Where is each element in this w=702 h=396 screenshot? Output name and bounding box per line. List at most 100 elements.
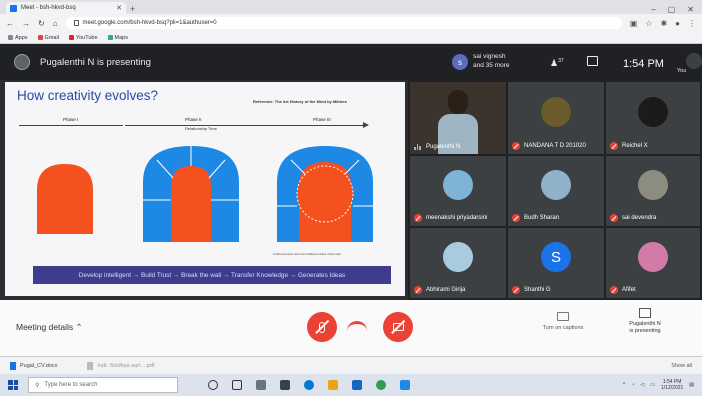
screen: Meet - bsh-hkvd-bsq ✕ + – ▢ ✕ ← → ↻ ⌂ me…: [0, 0, 702, 396]
chevron-up-icon: ⌃: [75, 322, 83, 332]
file-explorer-icon[interactable]: [328, 380, 338, 390]
taskbar-search-input[interactable]: ⚲ Type here to search: [28, 377, 178, 393]
edge-icon[interactable]: [304, 380, 314, 390]
camera-permission-icon[interactable]: ▣: [630, 19, 638, 28]
participant-tile[interactable]: Reichel X: [606, 82, 700, 154]
avatar: [638, 97, 668, 128]
url-input[interactable]: meet.google.com/bsh-hkvd-bsq?pli=1&authu…: [65, 17, 622, 29]
participant-grid: Pugalenthi N NANDANA T D 201020 Reichel …: [408, 80, 702, 300]
participant-name: Abhirami Girija: [426, 287, 466, 293]
mic-muted-icon: [414, 286, 422, 294]
bookmark-youtube[interactable]: YouTube: [69, 35, 98, 41]
tile-label: NANDANA T D 201020: [512, 142, 586, 150]
download-item[interactable]: Indr. Sindhya aart....pdf: [87, 361, 155, 370]
participant-name: Afifet: [622, 287, 636, 293]
presenting-status-button[interactable]: Pugalenthi N is presenting: [614, 308, 676, 335]
url-text: meet.google.com/bsh-hkvd-bsq?pli=1&authu…: [82, 20, 217, 26]
tile-label: Reichel X: [610, 142, 648, 150]
process-banner: Develop intelligent → Build Trust → Brea…: [33, 266, 391, 284]
slide-diagram: [37, 146, 373, 242]
cortana-icon[interactable]: [208, 380, 218, 390]
tile-label: Pugalenthi N: [414, 144, 460, 150]
browser-tab[interactable]: Meet - bsh-hkvd-bsq ✕: [6, 2, 126, 14]
meet-top-bar: Pugalenthi N is presenting s sai vignesh…: [0, 44, 702, 80]
back-icon[interactable]: ←: [6, 19, 14, 28]
extensions-icon[interactable]: ✱: [660, 19, 667, 28]
microphone-button[interactable]: [307, 312, 337, 342]
viewer-more: and 35 more: [473, 62, 510, 69]
task-view-icon[interactable]: [232, 380, 242, 390]
avatar: [443, 242, 473, 273]
speaking-icon: [414, 144, 422, 150]
presenting-label: Pugalenthi N is presenting: [40, 56, 151, 68]
download-item[interactable]: Pugal_CV.docx: [10, 361, 58, 370]
participant-tile[interactable]: sai devendra: [606, 156, 700, 226]
show-all-downloads-link[interactable]: Show all: [671, 363, 692, 369]
presentation-slide: How creativity evolves? Reference: The A…: [5, 82, 405, 296]
present-screen-icon: [639, 308, 651, 318]
bookmarks-bar: Apps Gmail YouTube Maps: [0, 32, 702, 44]
bookmark-maps[interactable]: Maps: [108, 35, 128, 41]
taskbar-app-icon[interactable]: [400, 380, 410, 390]
download-name: Indr. Sindhya aart....pdf: [97, 362, 155, 369]
store-icon[interactable]: [280, 380, 290, 390]
meeting-details-button[interactable]: Meeting details ⌃: [16, 322, 83, 333]
participant-tile[interactable]: Abhirami Girija: [410, 228, 506, 298]
tray-clock[interactable]: 1:54 PM 1/12/2021: [661, 379, 683, 391]
tile-label: sai devendra: [610, 214, 656, 222]
mail-icon[interactable]: [352, 380, 362, 390]
participant-tile[interactable]: Pugalenthi N: [410, 82, 506, 154]
phase1-arch: [37, 164, 93, 234]
system-tray: ^ ◔ ◁ ▭ 1:54 PM 1/12/2021 ▤: [623, 379, 694, 391]
tile-label: Abhirami Girija: [414, 286, 465, 294]
phase-arrow-line: [125, 125, 363, 126]
phase1-label: Phase I: [63, 117, 79, 122]
network-icon[interactable]: ◔: [631, 382, 634, 388]
tray-date: 1/12/2021: [661, 385, 684, 391]
captions-button[interactable]: Turn on captions: [528, 312, 598, 331]
bookmark-apps[interactable]: Apps: [8, 35, 28, 41]
window-controls: – ▢ ✕: [651, 5, 702, 14]
phase2-inner-arch: [171, 166, 211, 242]
profile-icon[interactable]: ●: [675, 19, 680, 28]
participant-name: sai devendra: [622, 215, 657, 221]
minimize-icon[interactable]: –: [651, 5, 655, 14]
windows-start-icon[interactable]: [8, 380, 18, 390]
leave-call-button[interactable]: [347, 321, 367, 331]
chrome-icon[interactable]: [376, 380, 386, 390]
download-name: Pugal_CV.docx: [20, 362, 58, 369]
phase1-line: [19, 125, 123, 126]
menu-icon[interactable]: ⋮: [688, 19, 696, 28]
taskbar-app-icon[interactable]: [256, 380, 266, 390]
volume-icon[interactable]: ◁: [640, 382, 644, 388]
new-tab-icon[interactable]: +: [130, 4, 135, 14]
phase3-label: Phase III: [313, 117, 331, 122]
presenting-text: is presenting: [629, 328, 661, 334]
battery-icon[interactable]: ▭: [650, 382, 655, 388]
participant-tile[interactable]: Budh Sharan: [508, 156, 604, 226]
bookmark-gmail[interactable]: Gmail: [38, 35, 59, 41]
close-window-icon[interactable]: ✕: [687, 5, 694, 14]
notifications-icon[interactable]: ▤: [689, 382, 694, 388]
home-icon[interactable]: ⌂: [53, 19, 58, 28]
star-icon[interactable]: ☆: [645, 19, 652, 28]
maximize-icon[interactable]: ▢: [668, 5, 676, 14]
reload-icon[interactable]: ↻: [38, 19, 45, 28]
participant-name: Pugalenthi N: [426, 144, 461, 150]
show-hidden-icons-icon[interactable]: ^: [623, 382, 625, 388]
participant-tile[interactable]: S Shanthi G: [508, 228, 604, 298]
browser-toolbar-icons: ▣ ☆ ✱ ● ⋮: [630, 19, 696, 28]
close-tab-icon[interactable]: ✕: [116, 4, 122, 12]
viewer-avatar: s: [452, 54, 468, 70]
camera-button[interactable]: [383, 312, 413, 342]
tile-label: meenakshi priyadarsini: [414, 214, 487, 222]
mic-muted-icon: [512, 142, 520, 150]
participant-tile[interactable]: NANDANA T D 201020: [508, 82, 604, 154]
chat-icon[interactable]: [587, 56, 598, 66]
forward-icon[interactable]: →: [22, 19, 30, 28]
participant-tile[interactable]: Afifet: [606, 228, 700, 298]
meet-favicon-icon: [10, 4, 17, 12]
browser-tab-strip: Meet - bsh-hkvd-bsq ✕ + – ▢ ✕: [0, 0, 702, 14]
participant-tile[interactable]: meenakshi priyadarsini: [410, 156, 506, 226]
people-icon[interactable]: ♟37: [550, 58, 564, 69]
